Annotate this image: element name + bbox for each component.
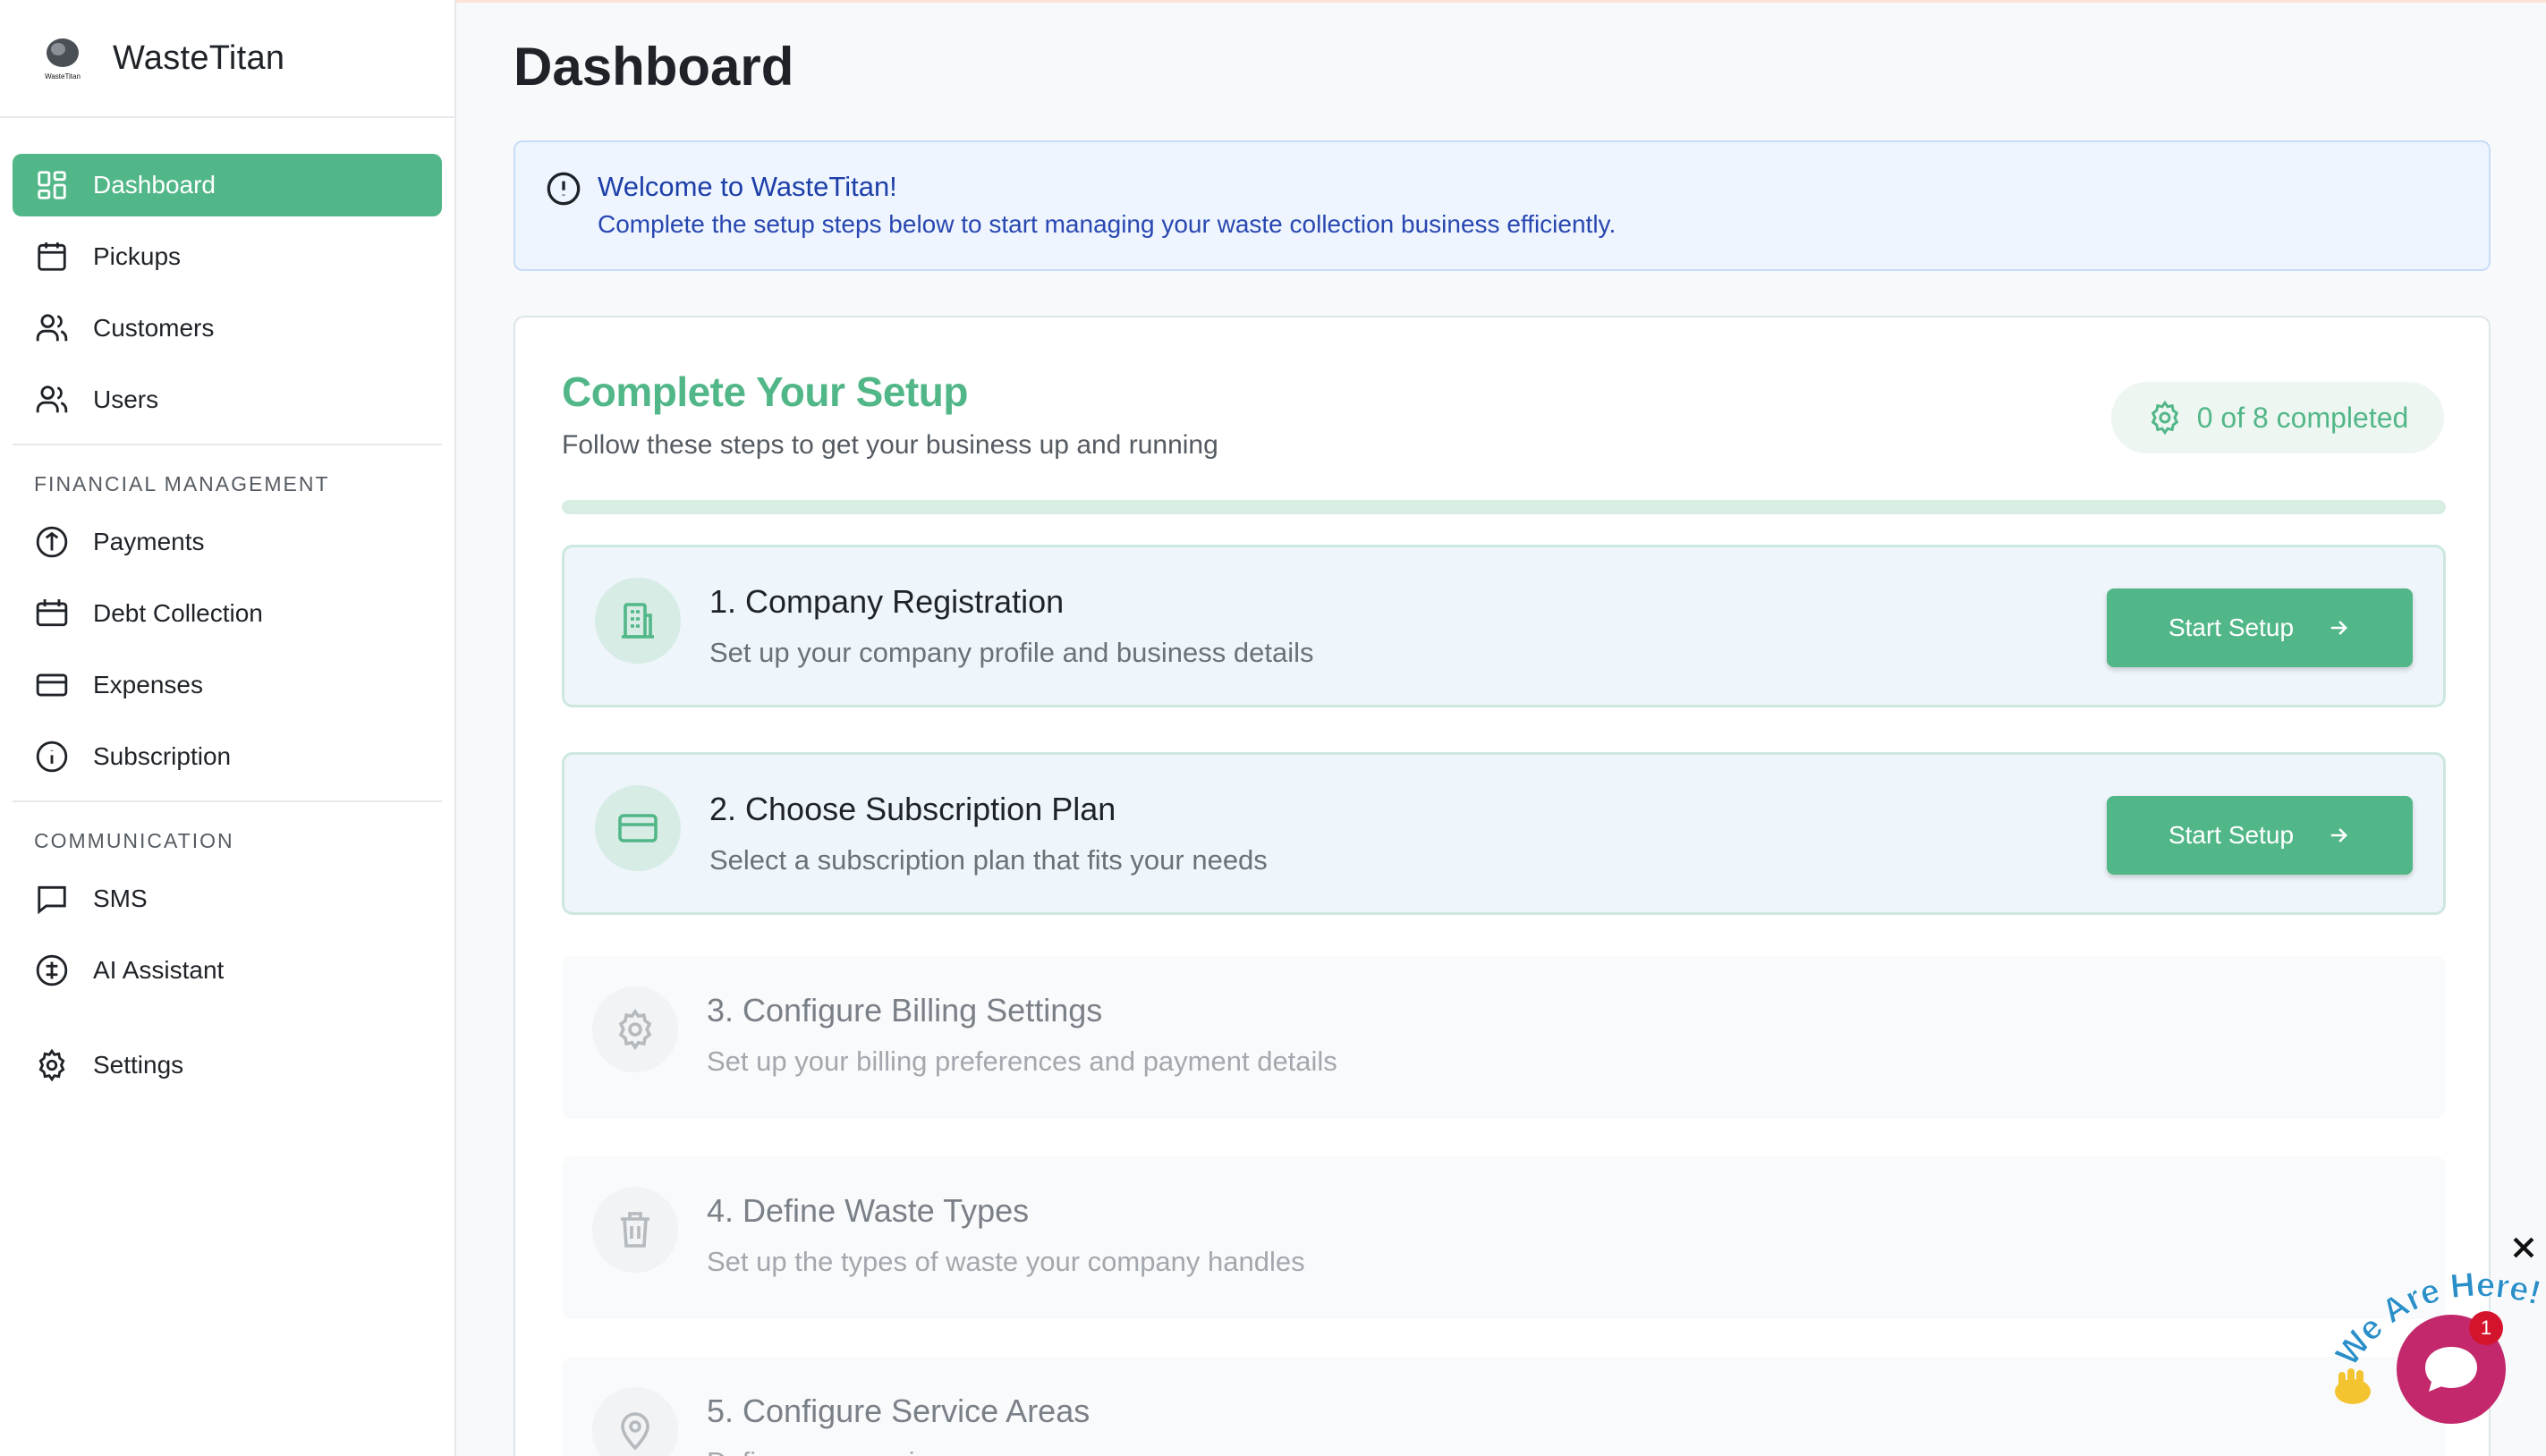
sidebar-item-label: Users bbox=[93, 385, 159, 413]
calendar-icon bbox=[34, 596, 70, 631]
users-icon bbox=[34, 382, 70, 418]
sidebar-item-subscription[interactable]: Subscription bbox=[13, 725, 442, 788]
gear-icon bbox=[592, 986, 678, 1072]
app-name: WasteTitan bbox=[113, 38, 285, 77]
setup-step-service-areas: 5. Configure Service Areas Define your s… bbox=[562, 1357, 2446, 1456]
credit-card-icon bbox=[595, 785, 681, 871]
nav-divider bbox=[13, 800, 442, 802]
gear-icon bbox=[2151, 400, 2178, 436]
step-title: 4. Define Waste Types bbox=[707, 1192, 1030, 1229]
waving-hand-icon bbox=[2335, 1368, 2371, 1404]
company-logo-icon: WasteTitan bbox=[36, 31, 89, 85]
arrow-right-icon bbox=[2330, 828, 2348, 842]
sidebar-item-label: Expenses bbox=[93, 671, 203, 698]
progress-badge-label: 0 of 8 completed bbox=[2196, 401, 2409, 434]
setup-subtitle: Follow these steps to get your business … bbox=[562, 430, 1218, 460]
svg-text:WasteTitan: WasteTitan bbox=[45, 72, 81, 80]
section-heading-communication: COMMUNICATION bbox=[34, 829, 234, 852]
sidebar-item-label: Payments bbox=[93, 528, 205, 555]
sidebar-item-label: Dashboard bbox=[93, 171, 216, 199]
sidebar-item-payments[interactable]: Payments bbox=[13, 511, 442, 573]
gear-icon bbox=[34, 1047, 70, 1083]
users-icon bbox=[34, 310, 70, 346]
step-title: 5. Configure Service Areas bbox=[707, 1393, 1091, 1429]
step-title: 3. Configure Billing Settings bbox=[707, 992, 1103, 1029]
sidebar-nav: Dashboard Pickups Customers Users FINANC… bbox=[0, 118, 454, 1096]
payment-circle-icon bbox=[34, 524, 70, 560]
sidebar-item-debt-collection[interactable]: Debt Collection bbox=[13, 582, 442, 645]
nav-divider bbox=[13, 444, 442, 445]
info-circle-icon bbox=[34, 739, 70, 775]
setup-step-billing-settings: 3. Configure Billing Settings Set up you… bbox=[562, 956, 2446, 1119]
sidebar-item-label: Debt Collection bbox=[93, 599, 263, 627]
step-title: 2. Choose Subscription Plan bbox=[709, 791, 1116, 827]
sidebar-item-label: Pickups bbox=[93, 242, 182, 270]
step-description: Set up the types of waste your company h… bbox=[707, 1246, 1305, 1277]
sidebar: WasteTitan WasteTitan Dashboard Pickups … bbox=[0, 0, 456, 1456]
setup-step-company-registration: 1. Company Registration Set up your comp… bbox=[562, 545, 2446, 707]
sidebar-item-expenses[interactable]: Expenses bbox=[13, 654, 442, 716]
sidebar-item-label: SMS bbox=[93, 885, 148, 912]
step-description: Set up your company profile and business… bbox=[709, 637, 1314, 668]
setup-progress-bar bbox=[562, 500, 2446, 514]
start-setup-label: Start Setup bbox=[2168, 614, 2295, 641]
start-setup-label: Start Setup bbox=[2168, 821, 2295, 849]
credit-card-icon bbox=[34, 667, 70, 703]
chat-bubble-icon bbox=[2425, 1347, 2477, 1392]
dashboard-grid-icon bbox=[34, 167, 70, 203]
sidebar-item-settings[interactable]: Settings bbox=[13, 1034, 442, 1096]
arrow-right-icon bbox=[2330, 621, 2348, 635]
page-title: Dashboard bbox=[513, 37, 794, 97]
step-description: Select a subscription plan that fits you… bbox=[709, 844, 1268, 876]
step-title: 1. Company Registration bbox=[709, 583, 1065, 620]
sidebar-item-label: AI Assistant bbox=[93, 956, 225, 984]
chat-close-icon[interactable] bbox=[2508, 1232, 2539, 1263]
start-setup-button[interactable]: Start Setup bbox=[2107, 796, 2413, 875]
step-description: Define your service areas bbox=[707, 1446, 1022, 1456]
setup-card: Complete Your Setup Follow these steps t… bbox=[513, 316, 2491, 1456]
building-icon bbox=[595, 578, 681, 664]
start-setup-button[interactable]: Start Setup bbox=[2107, 588, 2413, 667]
welcome-alert: Welcome to WasteTitan! Complete the setu… bbox=[513, 140, 2491, 271]
sidebar-item-ai-assistant[interactable]: AI Assistant bbox=[13, 939, 442, 1002]
sidebar-item-label: Settings bbox=[93, 1051, 184, 1079]
sidebar-item-dashboard[interactable]: Dashboard bbox=[13, 154, 442, 216]
map-pin-icon bbox=[592, 1387, 678, 1456]
sidebar-item-label: Customers bbox=[93, 314, 215, 342]
alert-description: Complete the setup steps below to start … bbox=[598, 210, 1617, 238]
sidebar-item-pickups[interactable]: Pickups bbox=[13, 225, 442, 288]
step-description: Set up your billing preferences and paym… bbox=[707, 1045, 1337, 1077]
trash-icon bbox=[592, 1187, 678, 1273]
chat-unread-badge: 1 bbox=[2469, 1311, 2503, 1345]
setup-step-subscription-plan: 2. Choose Subscription Plan Select a sub… bbox=[562, 752, 2446, 915]
section-heading-financial: FINANCIAL MANAGEMENT bbox=[34, 472, 330, 495]
ai-circle-icon bbox=[34, 952, 70, 988]
message-icon bbox=[34, 881, 70, 917]
sidebar-item-label: Subscription bbox=[93, 742, 232, 770]
progress-badge: 0 of 8 completed bbox=[2111, 382, 2444, 453]
sidebar-item-customers[interactable]: Customers bbox=[13, 297, 442, 360]
alert-title: Welcome to WasteTitan! bbox=[598, 171, 897, 202]
brand[interactable]: WasteTitan WasteTitan bbox=[0, 0, 454, 118]
alert-circle-icon bbox=[547, 172, 581, 206]
calendar-icon bbox=[34, 239, 70, 275]
setup-title: Complete Your Setup bbox=[562, 368, 968, 415]
sidebar-item-users[interactable]: Users bbox=[13, 368, 442, 431]
setup-step-waste-types: 4. Define Waste Types Set up the types o… bbox=[562, 1156, 2446, 1319]
sidebar-item-sms[interactable]: SMS bbox=[13, 868, 442, 930]
